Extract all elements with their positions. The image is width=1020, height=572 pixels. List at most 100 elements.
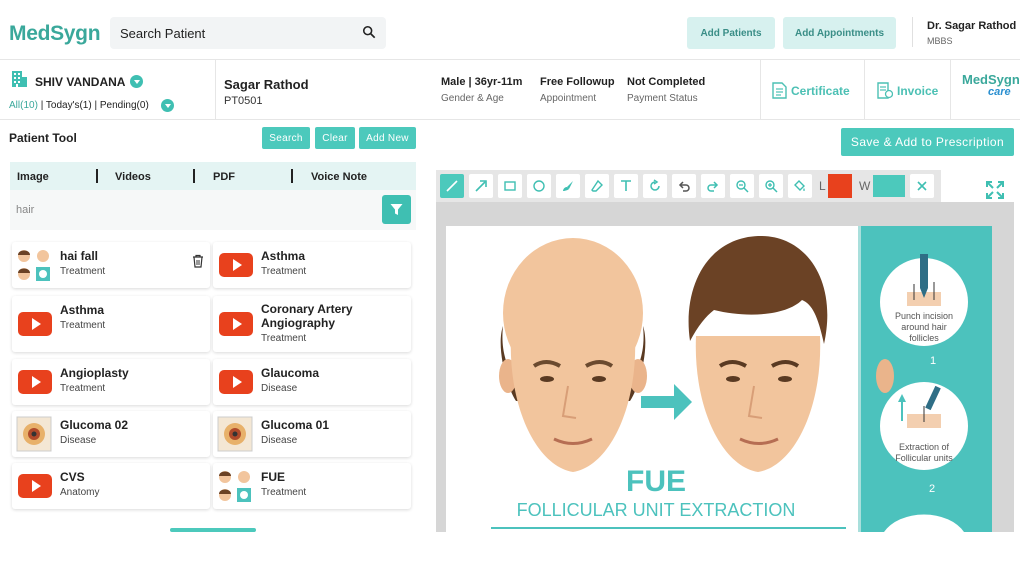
drawing-toolbar: L W [436,170,941,202]
tool-item-title: Glucoma 02 [60,418,129,432]
info-divider [864,60,865,120]
add-new-button[interactable]: Add New [359,127,416,149]
text-tool[interactable] [614,174,638,198]
invoice-link[interactable]: Invoice [877,82,938,99]
add-patients-button[interactable]: Add Patients [687,17,775,49]
patient-search-input[interactable] [120,17,360,49]
line-color-swatch[interactable] [828,174,852,198]
tool-item-card[interactable]: Glucoma 02 Disease [12,411,210,457]
line-width-label: W [859,179,871,193]
youtube-play-icon [219,312,253,336]
filter-button[interactable] [382,195,411,224]
undo-icon [678,181,690,192]
step2-number: 2 [929,483,935,495]
clear-button[interactable]: Clear [315,127,355,149]
info-divider [215,60,216,120]
tool-item-category: Treatment [60,266,106,277]
filter-dropdown-chevron-icon[interactable] [161,99,174,112]
tool-item-title: Asthma [261,249,306,263]
youtube-play-icon [219,370,253,394]
payment-status-label: Payment Status [627,93,698,104]
tab-divider [291,169,293,183]
transition-arrow-icon [641,384,692,420]
gender-age-value: Male | 36yr-11m [441,76,523,88]
clinic-building-icon [12,71,27,87]
eraser-icon [591,179,603,192]
search-icon[interactable] [362,25,376,39]
tool-item-category: Treatment [60,383,106,394]
tool-item-card[interactable]: Asthma Treatment [213,242,411,288]
filter-today[interactable]: | Today's(1) | [41,100,97,111]
line-icon [446,180,458,192]
step1-number: 1 [930,355,936,367]
tab-divider [193,169,195,183]
line-width-swatch[interactable] [873,175,905,197]
fullscreen-icon[interactable] [984,179,1006,201]
tool-item-card[interactable]: Asthma Treatment [12,296,210,352]
tool-item-title: FUE [261,470,285,484]
clinic-name[interactable]: SHIV VANDANA [35,75,125,89]
tool-item-card[interactable]: hai fall Treatment [12,242,210,288]
tool-item-card[interactable]: CVS Anatomy [12,463,210,509]
tool-item-card[interactable]: Angioplasty Treatment [12,359,210,405]
patient-search-box [110,17,386,49]
tool-item-card[interactable]: Glucoma 01 Disease [213,411,411,457]
brand-top-text: MedSygn [962,72,1020,87]
tool-item-title: Glucoma 01 [261,418,330,432]
appointment-value: Free Followup [540,76,615,88]
trash-icon[interactable] [192,254,204,268]
rotate-tool[interactable] [643,174,667,198]
tool-item-title: Angioplasty [60,366,129,380]
eraser-tool[interactable] [585,174,609,198]
redo-tool[interactable] [701,174,725,198]
filter-all[interactable]: All(10) [9,100,38,111]
tool-item-category: Treatment [60,320,106,331]
step2-line2: Follicular units [895,453,953,463]
tool-item-category: Disease [261,383,298,394]
zoom-in-tool[interactable] [759,174,783,198]
rectangle-icon [504,181,516,191]
rectangle-tool[interactable] [498,174,522,198]
zoom-out-tool[interactable] [730,174,754,198]
filter-row [10,190,416,230]
tab-videos[interactable]: Videos [115,171,151,183]
paint-bucket-icon [794,180,805,191]
tool-item-card[interactable]: FUE Treatment [213,463,411,509]
line-tool[interactable] [440,174,464,198]
certificate-link[interactable]: Certificate [772,82,850,99]
tool-item-card[interactable]: Coronary Artery Angiography Treatment [213,296,411,352]
step2-line1: Extraction of [899,442,950,452]
tool-filter-input[interactable] [16,202,216,218]
eye-anatomy-thumbnail [16,416,52,452]
doctor-name[interactable]: Dr. Sagar Rathod [927,20,1016,32]
hair-treatment-thumbnail [219,471,251,502]
close-editor-tool[interactable] [910,174,934,198]
tool-item-category: Treatment [261,333,307,344]
filter-pending[interactable]: Pending(0) [100,100,149,111]
fill-tool[interactable] [788,174,812,198]
tab-image[interactable]: Image [17,171,49,183]
search-button[interactable]: Search [262,127,310,149]
bald-head-illustration [499,238,647,472]
brush-icon [563,181,573,191]
drawing-canvas-image[interactable]: Punch incision around hair follicles 1 E… [446,226,992,532]
patient-tool-title: Patient Tool [9,131,77,145]
brand-bottom-text: care [988,86,1011,98]
tab-voice-note[interactable]: Voice Note [311,171,367,183]
circle-icon [533,180,545,192]
youtube-play-icon [18,312,52,336]
tab-pdf[interactable]: PDF [213,171,235,183]
eye-anatomy-thumbnail [217,416,253,452]
undo-tool[interactable] [672,174,696,198]
list-scroll-indicator[interactable] [170,528,256,532]
arrow-tool[interactable] [469,174,493,198]
add-appointments-button[interactable]: Add Appointments [783,17,896,49]
tool-item-card[interactable]: Glaucoma Disease [213,359,411,405]
save-add-to-prescription-button[interactable]: Save & Add to Prescription [841,128,1014,156]
circle-tool[interactable] [527,174,551,198]
brush-tool[interactable] [556,174,580,198]
app-logo[interactable]: MedSygn [9,22,101,46]
doctor-degree: MBBS [927,36,953,46]
clinic-dropdown-chevron-icon[interactable] [130,75,143,88]
redo-icon [707,181,719,192]
